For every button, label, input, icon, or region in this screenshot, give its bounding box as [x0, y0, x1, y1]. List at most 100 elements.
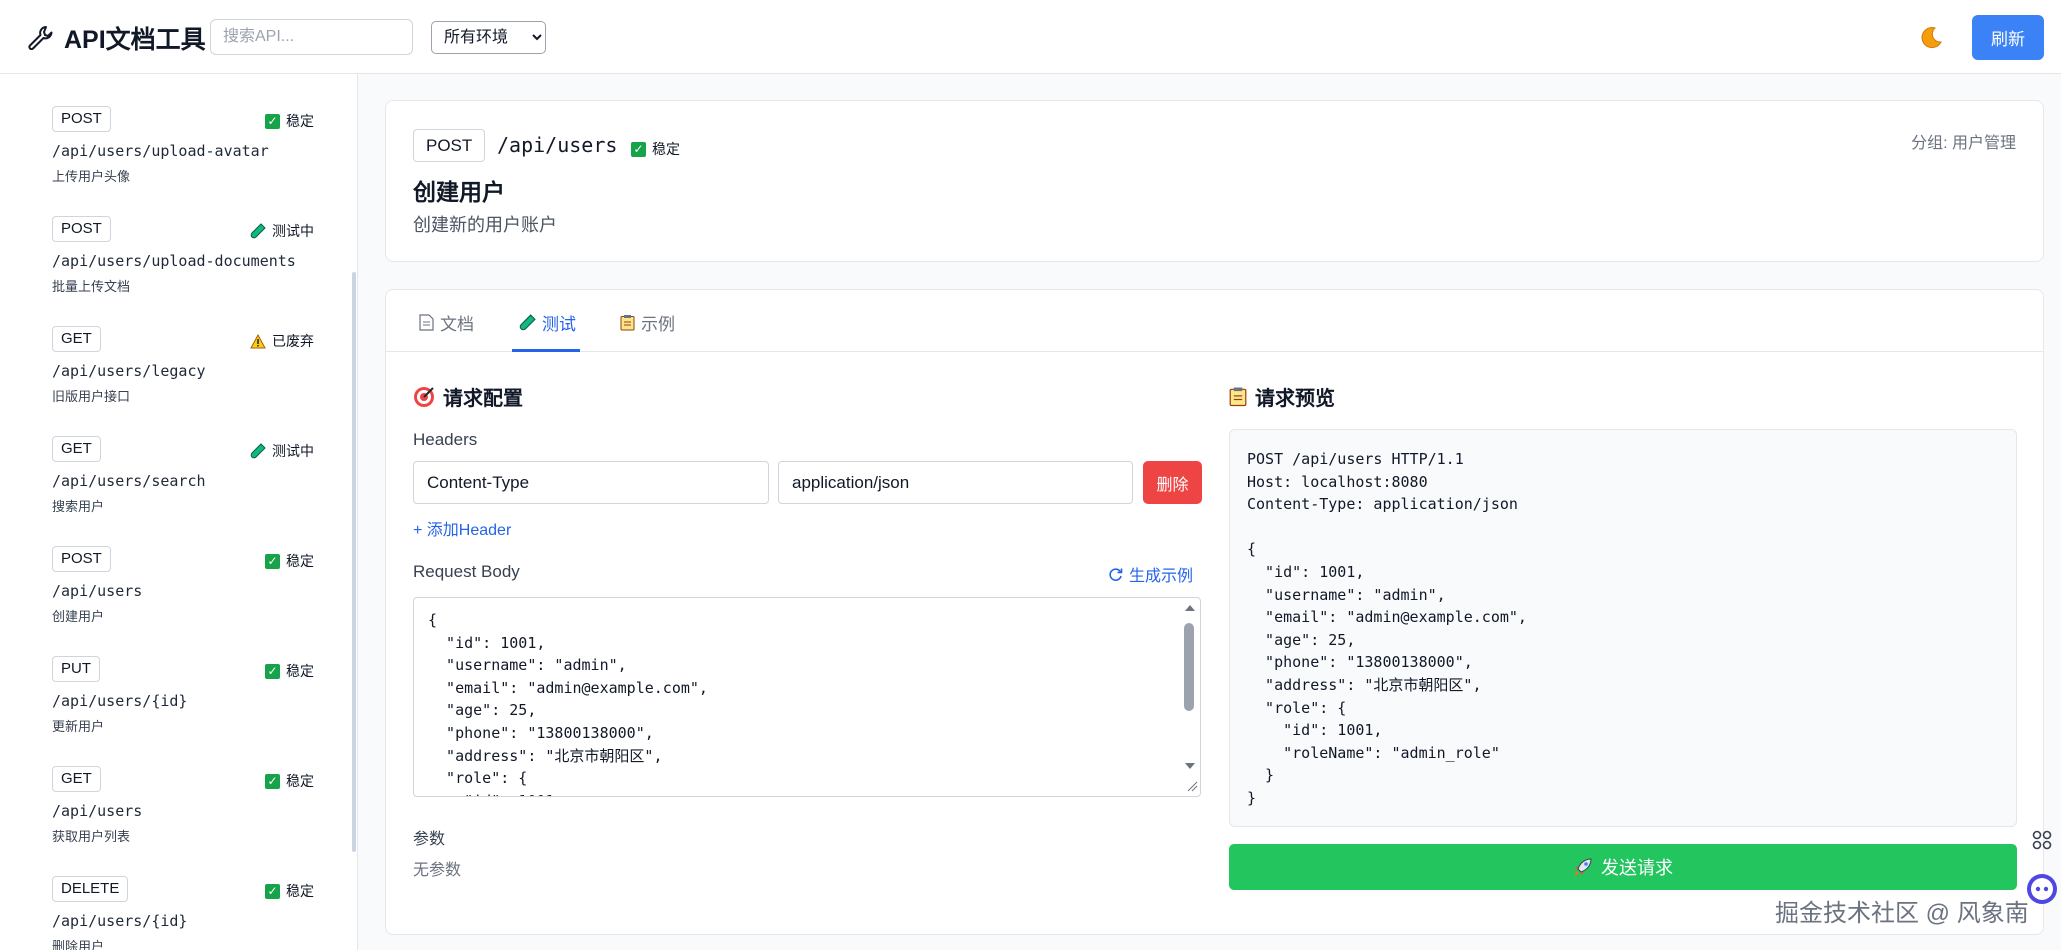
tab-docs[interactable]: 文档 — [419, 310, 474, 335]
status-badge: 测试中 — [250, 221, 314, 241]
search-input[interactable] — [210, 19, 413, 55]
status-label: 稳定 — [652, 141, 680, 157]
api-path: /api/users/search — [52, 472, 206, 490]
scroll-up-icon[interactable] — [1184, 604, 1196, 612]
api-path: /api/users — [52, 802, 143, 820]
params-label: 参数 — [413, 831, 446, 848]
tab-examples[interactable]: 示例 — [620, 310, 675, 335]
tab-label: 文档 — [440, 315, 474, 334]
status-label: 稳定 — [286, 113, 314, 129]
generate-example-button[interactable]: 生成示例 — [1108, 562, 1193, 586]
refresh-icon — [1109, 567, 1123, 581]
sidebar-api-item[interactable]: POST 测试中 /api/users/upload-documents 批量上… — [52, 216, 322, 316]
check-icon: ✓ — [631, 141, 646, 157]
api-path: /api/users/upload-documents — [52, 252, 296, 270]
sidebar-api-item[interactable]: POST ✓ 稳定 /api/users/upload-avatar 上传用户头像 — [52, 106, 322, 206]
status-badge: 已废弃 — [250, 331, 314, 351]
test-tube-icon — [250, 443, 266, 459]
send-request-label: 发送请求 — [1601, 858, 1673, 878]
request-preview-text: POST /api/users HTTP/1.1 Host: localhost… — [1247, 450, 1527, 807]
request-body-label: Request Body — [413, 562, 520, 581]
request-body-text: { "id": 1001, "username": "admin", "emai… — [428, 611, 708, 796]
api-path: /api/users — [52, 582, 143, 600]
headers-label: Headers — [413, 430, 478, 449]
method-badge: PUT — [52, 656, 100, 682]
status-label: 稳定 — [286, 553, 314, 569]
method-badge: DELETE — [52, 876, 129, 902]
active-tab-indicator — [512, 349, 580, 352]
sidebar-api-item[interactable]: GET ✓ 稳定 /api/users 获取用户列表 — [52, 766, 322, 866]
api-description: 上传用户头像 — [52, 169, 131, 184]
add-header-link[interactable]: + 添加Header — [413, 516, 511, 540]
sidebar-api-item[interactable]: DELETE ✓ 稳定 /api/users/{id} 删除用户 — [52, 876, 322, 950]
apps-icon[interactable] — [2030, 828, 2054, 852]
method-badge: POST — [52, 216, 111, 242]
status-badge: 测试中 — [250, 441, 314, 461]
header-value-input[interactable]: application/json — [778, 461, 1133, 504]
status-badge: ✓ 稳定 — [265, 551, 314, 571]
api-path: /api/users/{id} — [52, 692, 188, 710]
header-key-input[interactable]: Content-Type — [413, 461, 769, 504]
api-path: /api/users/{id} — [52, 912, 188, 930]
status-badge: ✓ 稳定 — [265, 111, 314, 131]
sidebar-scrollbar[interactable] — [352, 272, 356, 852]
method-badge: GET — [52, 766, 101, 792]
api-description: 旧版用户接口 — [52, 389, 131, 404]
endpoint-summary-card: POST /api/users ✓ 稳定 创建用户 创建新的用户账户 分组: 用户… — [385, 100, 2044, 262]
api-path: /api/users/legacy — [52, 362, 206, 380]
check-icon: ✓ — [265, 773, 280, 789]
sidebar-api-item[interactable]: PUT ✓ 稳定 /api/users/{id} 更新用户 — [52, 656, 322, 756]
document-icon — [419, 314, 434, 331]
tab-bar: 文档 测试 示例 — [386, 290, 2043, 352]
request-body-editor[interactable]: { "id": 1001, "username": "admin", "emai… — [413, 597, 1201, 797]
api-description: 获取用户列表 — [52, 829, 131, 844]
api-sidebar: POST ✓ 稳定 /api/users/upload-avatar 上传用户头像… — [0, 74, 358, 950]
status-badge: ✓ 稳定 — [265, 661, 314, 681]
delete-header-button[interactable]: 删除 — [1143, 461, 1202, 504]
tab-label: 测试 — [542, 315, 576, 334]
method-badge: POST — [413, 129, 486, 162]
assistant-icon[interactable] — [2027, 874, 2057, 904]
status-label: 已废弃 — [272, 333, 314, 349]
endpoint-title: 创建用户 — [413, 179, 505, 205]
request-config-title: 请求配置 — [413, 382, 523, 411]
check-icon: ✓ — [265, 883, 280, 899]
editor-scrollbar[interactable] — [1182, 600, 1198, 794]
endpoint-path: /api/users — [497, 133, 618, 157]
dark-mode-icon[interactable] — [1918, 24, 1944, 50]
params-empty-text: 无参数 — [413, 862, 462, 879]
method-badge: GET — [52, 326, 101, 352]
scroll-down-icon[interactable] — [1184, 762, 1196, 770]
resize-handle-icon[interactable] — [1186, 780, 1198, 792]
app-title: API文档工具 — [64, 26, 206, 54]
status-badge: ✓ 稳定 — [265, 881, 314, 901]
status-label: 稳定 — [286, 773, 314, 789]
generate-example-label: 生成示例 — [1129, 568, 1194, 585]
method-badge: POST — [52, 546, 111, 572]
editor-scroll-thumb[interactable] — [1184, 623, 1194, 711]
request-preview-title: 请求预览 — [1229, 382, 1335, 411]
clipboard-icon — [620, 315, 635, 331]
sidebar-api-item[interactable]: GET 测试中 /api/users/search 搜索用户 — [52, 436, 322, 536]
status-badge: ✓ 稳定 — [265, 771, 314, 791]
wrench-icon — [26, 24, 54, 52]
clipboard-icon — [1229, 387, 1247, 407]
test-tube-icon — [250, 223, 266, 239]
refresh-button[interactable]: 刷新 — [1972, 15, 2044, 60]
method-badge: GET — [52, 436, 101, 462]
top-bar: API文档工具 所有环境 刷新 — [0, 0, 2061, 74]
send-request-button[interactable]: 发送请求 — [1229, 844, 2017, 890]
api-description: 删除用户 — [52, 939, 105, 950]
environment-select[interactable]: 所有环境 — [431, 21, 546, 54]
api-description: 创建用户 — [52, 609, 105, 624]
section-title-text: 请求预览 — [1255, 388, 1335, 410]
method-badge: POST — [52, 106, 111, 132]
sidebar-api-item[interactable]: POST ✓ 稳定 /api/users 创建用户 — [52, 546, 322, 646]
tab-test[interactable]: 测试 — [519, 310, 576, 335]
check-icon: ✓ — [265, 553, 280, 569]
status-label: 稳定 — [286, 883, 314, 899]
status-badge: ✓ 稳定 — [631, 139, 680, 159]
sidebar-api-item[interactable]: GET 已废弃 /api/users/legacy 旧版用户接口 — [52, 326, 322, 426]
watermark: 掘金技术社区 @ 风象南 — [1775, 900, 2029, 927]
request-preview-box: POST /api/users HTTP/1.1 Host: localhost… — [1229, 429, 2017, 827]
